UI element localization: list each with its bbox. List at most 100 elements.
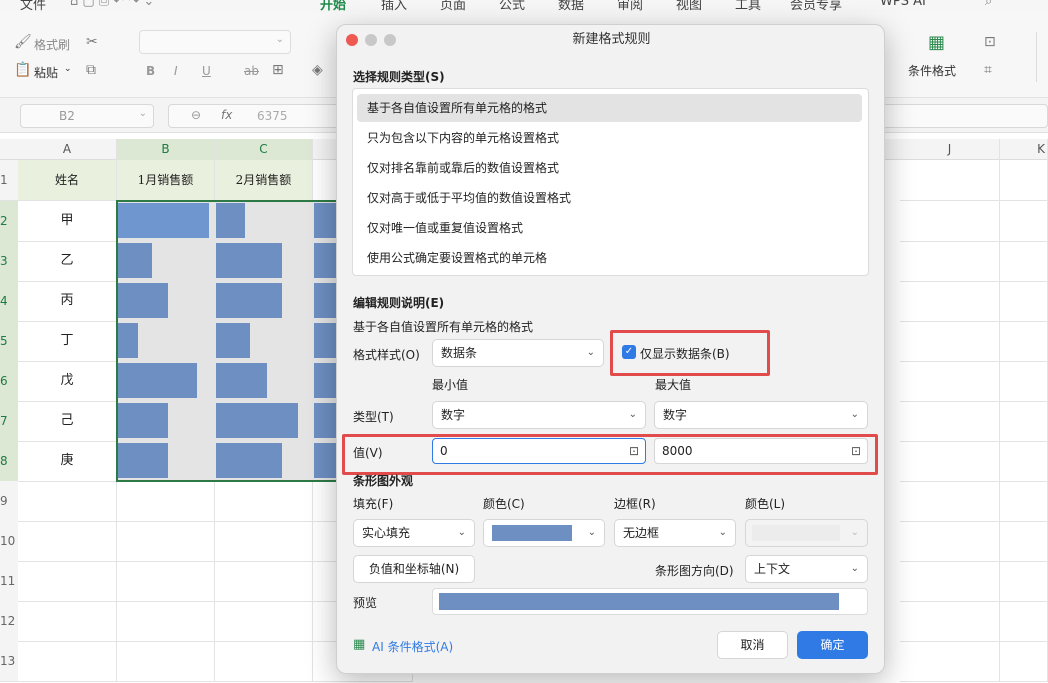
cell[interactable]: [1000, 601, 1048, 642]
row-header[interactable]: 4: [0, 281, 18, 322]
tab-home[interactable]: 开始: [320, 0, 346, 12]
mar-sales-cell[interactable]: [313, 441, 337, 482]
mar-sales-cell[interactable]: [313, 281, 337, 322]
name-cell[interactable]: 戊: [18, 361, 117, 402]
column-header-j[interactable]: J: [900, 139, 1000, 160]
italic-button[interactable]: I: [174, 64, 178, 78]
cell[interactable]: [900, 401, 1000, 442]
cell[interactable]: [215, 561, 313, 602]
file-menu[interactable]: 文件: [20, 0, 46, 12]
copy-icon[interactable]: ⧉: [86, 62, 96, 78]
row-header[interactable]: 10: [0, 521, 18, 562]
cell[interactable]: [1000, 321, 1048, 362]
cell[interactable]: [215, 641, 313, 682]
tab-data[interactable]: 数据: [558, 0, 584, 12]
rule-type-item[interactable]: 只为包含以下内容的单元格设置格式: [357, 124, 862, 152]
mar-sales-cell[interactable]: [313, 401, 337, 442]
feb-sales-cell[interactable]: [215, 321, 313, 362]
cell[interactable]: [1000, 281, 1048, 322]
jan-sales-cell[interactable]: [117, 321, 215, 362]
name-box[interactable]: B2 ⌄: [20, 104, 154, 128]
min-value-input[interactable]: 0 ⊡: [432, 438, 646, 464]
cell[interactable]: [1000, 641, 1048, 682]
row-header[interactable]: 1: [0, 160, 18, 201]
max-value-input[interactable]: 8000 ⊡: [654, 438, 868, 464]
feb-sales-cell[interactable]: [215, 361, 313, 402]
rule-type-list[interactable]: 基于各自值设置所有单元格的格式 只为包含以下内容的单元格设置格式 仅对排名靠前或…: [352, 88, 869, 276]
row-header[interactable]: 5: [0, 321, 18, 362]
row-header[interactable]: 9: [0, 481, 18, 522]
rule-type-item[interactable]: 基于各自值设置所有单元格的格式: [357, 94, 862, 122]
cell[interactable]: [18, 521, 117, 562]
cell[interactable]: [1000, 160, 1048, 201]
cell[interactable]: [1000, 201, 1048, 242]
cell[interactable]: [117, 521, 215, 562]
cell[interactable]: [18, 601, 117, 642]
cell[interactable]: [215, 521, 313, 562]
bar-color-dropdown[interactable]: ⌄: [483, 519, 605, 547]
table-style-icon[interactable]: ⌗: [984, 62, 992, 78]
cell[interactable]: [215, 481, 313, 522]
cell[interactable]: [900, 601, 1000, 642]
header-jan-sales[interactable]: 1月销售额: [117, 160, 215, 201]
tab-review[interactable]: 审阅: [617, 0, 643, 12]
format-painter-button[interactable]: 格式刷: [34, 36, 70, 53]
ok-button[interactable]: 确定: [797, 631, 868, 659]
feb-sales-cell[interactable]: [215, 401, 313, 442]
cell[interactable]: [117, 641, 215, 682]
mar-sales-cell[interactable]: [313, 201, 337, 242]
format-painter-icon[interactable]: 🖌: [14, 34, 32, 50]
cancel-button[interactable]: 取消: [717, 631, 788, 659]
cell[interactable]: [117, 561, 215, 602]
max-type-dropdown[interactable]: 数字 ⌄: [654, 401, 868, 429]
cell[interactable]: [900, 241, 1000, 282]
conditional-format-button[interactable]: 条件格式: [908, 62, 956, 79]
jan-sales-cell[interactable]: [117, 401, 215, 442]
tab-formula[interactable]: 公式: [499, 0, 525, 12]
row-header[interactable]: 2: [0, 201, 18, 242]
column-header-a[interactable]: A: [18, 139, 117, 160]
tab-member[interactable]: 会员专享: [790, 0, 842, 12]
fill-dropdown[interactable]: 实心填充 ⌄: [353, 519, 475, 547]
cell[interactable]: [117, 481, 215, 522]
cell[interactable]: [1000, 561, 1048, 602]
jan-sales-cell[interactable]: [117, 441, 215, 482]
negative-axis-button[interactable]: 负值和坐标轴(N): [353, 555, 475, 583]
cell[interactable]: [900, 481, 1000, 522]
show-bar-only-label[interactable]: 仅显示数据条(B): [640, 345, 730, 362]
bold-button[interactable]: B: [146, 64, 155, 78]
row-header[interactable]: 13: [0, 641, 18, 682]
cell[interactable]: [1000, 441, 1048, 482]
border-dropdown[interactable]: 无边框 ⌄: [614, 519, 736, 547]
row-header[interactable]: 8: [0, 441, 18, 482]
feb-sales-cell[interactable]: [215, 241, 313, 282]
row-header[interactable]: 6: [0, 361, 18, 402]
column-header-k[interactable]: K: [1000, 139, 1048, 160]
underline-button[interactable]: U: [202, 64, 211, 78]
jan-sales-cell[interactable]: [117, 281, 215, 322]
cell[interactable]: [900, 561, 1000, 602]
cell[interactable]: [900, 441, 1000, 482]
cell[interactable]: [900, 201, 1000, 242]
feb-sales-cell[interactable]: [215, 441, 313, 482]
mar-sales-cell[interactable]: [313, 321, 337, 362]
column-header-b[interactable]: B: [117, 139, 215, 160]
row-header[interactable]: 7: [0, 401, 18, 442]
chevron-down-icon[interactable]: ⌄: [139, 108, 147, 119]
tab-page[interactable]: 页面: [440, 0, 466, 12]
tab-view[interactable]: 视图: [676, 0, 702, 12]
header-feb-sales[interactable]: 2月销售额: [215, 160, 313, 201]
name-cell[interactable]: 乙: [18, 241, 117, 282]
name-cell[interactable]: 丙: [18, 281, 117, 322]
cell[interactable]: [900, 321, 1000, 362]
mar-sales-cell[interactable]: [313, 361, 337, 402]
name-cell[interactable]: 己: [18, 401, 117, 442]
cell-style-icon[interactable]: ⊡: [984, 34, 996, 50]
font-name-dropdown[interactable]: ⌄: [139, 30, 291, 54]
paste-dropdown-icon[interactable]: ⌄: [64, 64, 72, 74]
rule-type-item[interactable]: 使用公式确定要设置格式的单元格: [357, 244, 862, 272]
min-type-dropdown[interactable]: 数字 ⌄: [432, 401, 646, 429]
ai-conditional-format-icon[interactable]: ▦: [353, 637, 365, 652]
row-header[interactable]: 12: [0, 601, 18, 642]
jan-sales-cell[interactable]: [117, 201, 215, 242]
